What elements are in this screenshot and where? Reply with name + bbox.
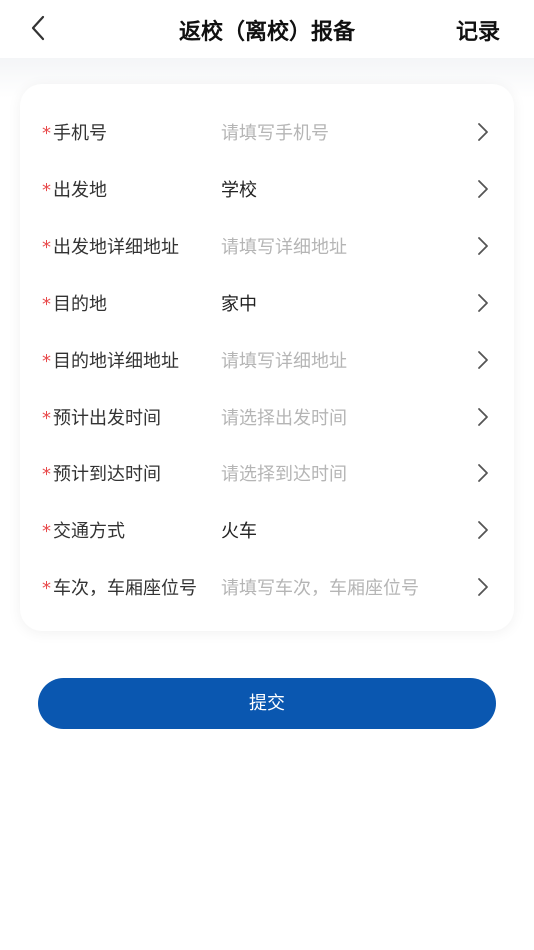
form-row-label: * 交通方式 — [42, 517, 125, 543]
form-row-label: * 目的地 — [42, 290, 107, 316]
form-row[interactable]: * 预计出发时间 请选择出发时间 — [20, 389, 514, 445]
form-row-label: * 车次，车厢座位号 — [42, 574, 197, 600]
form-row-label-text: 手机号 — [53, 123, 107, 144]
form-row-value[interactable]: 家中 — [221, 290, 257, 316]
chevron-right-icon — [476, 178, 490, 200]
chevron-right-icon — [476, 121, 490, 143]
form-row[interactable]: * 交通方式 火车 — [20, 502, 514, 558]
submit-button[interactable]: 提交 — [38, 678, 496, 729]
form-row-placeholder[interactable]: 请填写车次，车厢座位号 — [221, 574, 419, 600]
required-mark: * — [42, 293, 51, 315]
chevron-right-icon — [476, 235, 490, 257]
form-row-label: * 预计出发时间 — [42, 404, 161, 430]
form-row-label-text: 预计到达时间 — [53, 464, 161, 486]
chevron-right-icon — [476, 292, 490, 314]
record-link[interactable]: 记录 — [456, 14, 500, 46]
required-mark: * — [42, 407, 51, 429]
required-mark: * — [42, 179, 51, 201]
form-row-placeholder[interactable]: 请填写手机号 — [221, 119, 329, 145]
form-row-label: * 预计到达时间 — [42, 460, 161, 486]
form-row-placeholder[interactable]: 请填写详细地址 — [221, 233, 347, 259]
form-row[interactable]: * 出发地详细地址 请填写详细地址 — [20, 218, 514, 274]
form-row-label-text: 预计出发时间 — [53, 407, 161, 429]
chevron-right-icon — [476, 349, 490, 371]
required-mark: * — [42, 578, 51, 600]
nav-header: 返校（离校）报备 记录 — [0, 0, 534, 58]
form-row-placeholder[interactable]: 请选择到达时间 — [221, 460, 347, 486]
form-row-label-text: 出发地详细地址 — [53, 236, 179, 258]
form-row[interactable]: * 目的地详细地址 请填写详细地址 — [20, 332, 514, 388]
required-mark: * — [42, 350, 51, 372]
page-title: 返校（离校）报备 — [178, 20, 355, 45]
form-row-label-text: 目的地 — [53, 293, 107, 315]
chevron-right-icon — [476, 406, 490, 428]
form-row-label-text: 车次，车厢座位号 — [53, 578, 197, 600]
chevron-right-icon — [476, 576, 490, 598]
form-row[interactable]: * 手机号 请填写手机号 — [20, 104, 514, 160]
form-row-placeholder[interactable]: 请选择出发时间 — [221, 404, 347, 430]
chevron-right-icon — [476, 462, 490, 484]
form-row[interactable]: * 目的地 家中 — [20, 275, 514, 331]
form-row-label: * 手机号 — [42, 119, 107, 145]
chevron-right-icon — [476, 519, 490, 541]
required-mark: * — [42, 521, 51, 543]
form-row[interactable]: * 预计到达时间 请选择到达时间 — [20, 445, 514, 501]
required-mark: * — [42, 464, 51, 486]
form-row-placeholder[interactable]: 请填写详细地址 — [221, 347, 347, 373]
form-row-value[interactable]: 火车 — [221, 517, 257, 543]
form-row-label: * 出发地 — [42, 176, 107, 202]
form-row-label: * 目的地详细地址 — [42, 347, 179, 373]
required-mark: * — [42, 123, 51, 144]
form-row-value[interactable]: 学校 — [221, 176, 257, 202]
form-row-label-text: 出发地 — [53, 179, 107, 201]
form-row[interactable]: * 车次，车厢座位号 请填写车次，车厢座位号 — [20, 559, 514, 615]
form-row-label-text: 交通方式 — [53, 521, 125, 543]
form-row-label: * 出发地详细地址 — [42, 233, 179, 259]
form-row-label-text: 目的地详细地址 — [53, 350, 179, 372]
form-row[interactable]: * 出发地 学校 — [20, 161, 514, 217]
required-mark: * — [42, 236, 51, 258]
form-card: * 手机号 请填写手机号 * 出发地 学校 * 出发地详细地址 请填写详细地址 * 目的地 家中 * 目的… — [20, 84, 514, 631]
